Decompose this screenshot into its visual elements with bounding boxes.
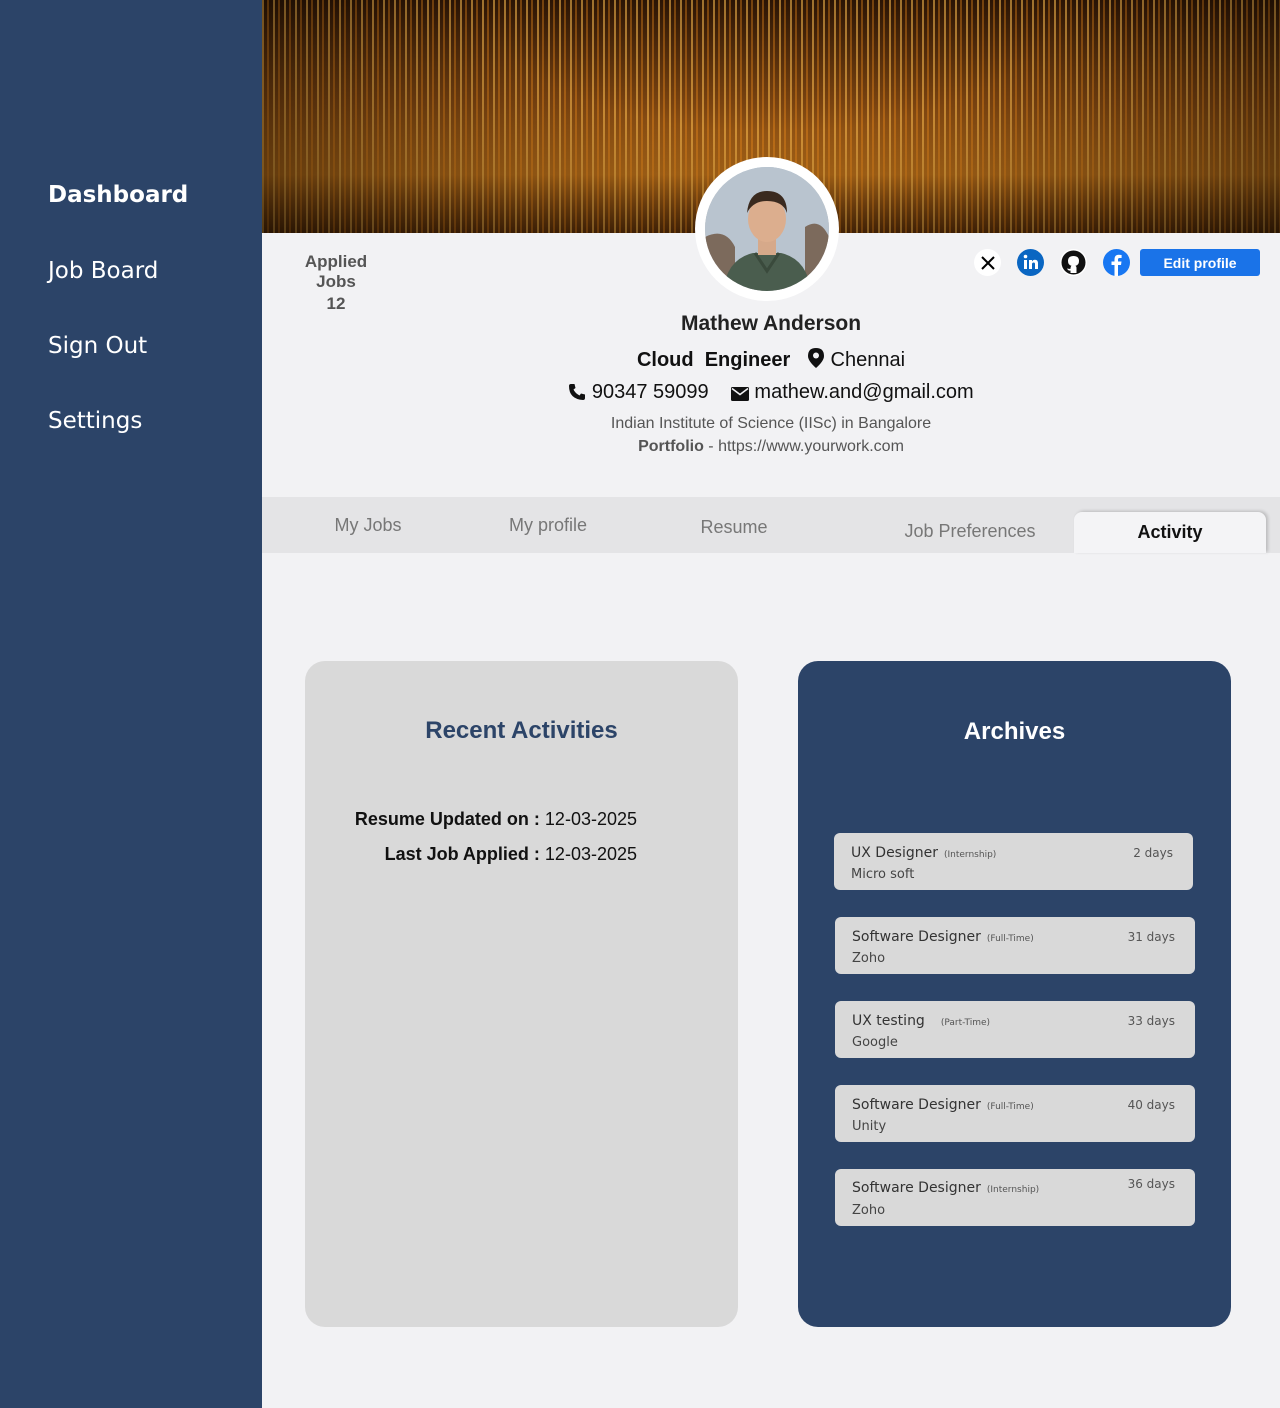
archives-card: Archives UX Designer (Internship) Micro s… bbox=[798, 661, 1231, 1327]
github-icon[interactable] bbox=[1060, 249, 1087, 276]
job-title: Software Designer bbox=[852, 1180, 981, 1196]
x-icon[interactable] bbox=[974, 249, 1001, 276]
job-company: Zoho bbox=[852, 1203, 886, 1218]
recent-activities-card: Recent Activities Resume Updated on : 12… bbox=[305, 661, 738, 1327]
job-age: 40 days bbox=[1127, 1098, 1175, 1112]
edit-profile-button[interactable]: Edit profile bbox=[1140, 249, 1260, 276]
job-type: (Internship) bbox=[944, 850, 997, 860]
recent-activities-title: Recent Activities bbox=[425, 717, 618, 744]
activity-row: Last Job Applied : 12-03-2025 bbox=[385, 844, 637, 865]
job-type: (Full-Time) bbox=[986, 1102, 1034, 1112]
avatar bbox=[695, 157, 839, 301]
profile-phone: 90347 59099 bbox=[591, 381, 709, 403]
social-links bbox=[974, 249, 1146, 276]
sidebar-item-job-board[interactable]: Job Board bbox=[48, 258, 158, 284]
avatar-photo bbox=[705, 167, 829, 291]
portfolio-label: Portfolio bbox=[638, 438, 704, 455]
profile-role-first: Cloud bbox=[636, 349, 694, 371]
profile-name: Mathew Anderson bbox=[680, 312, 862, 335]
activity-value: 12-03-2025 bbox=[539, 809, 637, 829]
facebook-icon[interactable] bbox=[1103, 249, 1130, 276]
job-company: Micro soft bbox=[851, 867, 915, 882]
archive-job-item[interactable]: Software Designer (Full-Time) Zoho 31 day… bbox=[835, 917, 1195, 974]
main-content: Applied Jobs 12 Edit profile Mathew Ande… bbox=[262, 0, 1280, 1408]
activity-row: Resume Updated on : 12-03-2025 bbox=[355, 809, 637, 830]
tab-my-jobs[interactable]: My Jobs bbox=[293, 497, 443, 553]
person-photo-icon bbox=[705, 167, 829, 291]
sidebar-item-settings[interactable]: Settings bbox=[48, 408, 142, 434]
job-company: Google bbox=[852, 1035, 898, 1050]
archive-job-item[interactable]: UX Designer (Internship) Micro soft 2 day… bbox=[834, 833, 1193, 890]
phone-icon bbox=[569, 384, 586, 400]
job-title: Software Designer bbox=[852, 1097, 981, 1113]
archive-job-item[interactable]: UX testing (Part-Time) Google 33 days bbox=[835, 1001, 1195, 1058]
job-age: 2 days bbox=[1133, 846, 1173, 860]
activity-label: Resume Updated on : bbox=[354, 809, 540, 829]
job-age: 31 days bbox=[1127, 930, 1175, 944]
archives-title: Archives bbox=[963, 718, 1066, 745]
job-title: Software Designer bbox=[852, 929, 981, 945]
profile-role-second: Engineer bbox=[704, 349, 791, 371]
job-age: 36 days bbox=[1127, 1177, 1175, 1191]
email-icon bbox=[730, 387, 749, 401]
job-age: 33 days bbox=[1127, 1014, 1175, 1028]
profile-email[interactable]: mathew.and@gmail.com bbox=[754, 381, 973, 403]
archive-job-item[interactable]: Software Designer (Full-Time) Unity 40 da… bbox=[835, 1085, 1195, 1142]
tab-job-preferences[interactable]: Job Preferences bbox=[880, 503, 1060, 559]
profile-role-location: Cloud Engineer Chennai bbox=[262, 347, 1280, 372]
linkedin-icon[interactable] bbox=[1017, 249, 1044, 276]
portfolio-link[interactable]: https://www.yourwork.com bbox=[718, 438, 904, 455]
job-title: UX Designer bbox=[851, 845, 938, 861]
job-company: Unity bbox=[852, 1119, 887, 1134]
profile-contact: 90347 59099 mathew.and@gmail.com bbox=[262, 381, 1280, 404]
profile-education: Indian Institute of Science (IISc) in Ba… bbox=[610, 415, 932, 432]
tab-activity[interactable]: Activity bbox=[1074, 512, 1266, 553]
activity-label: Last Job Applied : bbox=[384, 844, 540, 864]
tab-my-profile[interactable]: My profile bbox=[463, 497, 633, 553]
job-company: Zoho bbox=[852, 951, 886, 966]
tab-resume[interactable]: Resume bbox=[649, 499, 819, 555]
job-type: (Full-Time) bbox=[986, 934, 1034, 944]
profile-tabs: My Jobs My profile Resume Job Preference… bbox=[262, 497, 1280, 553]
applied-jobs-stat: Applied Jobs 12 bbox=[286, 252, 386, 314]
applied-jobs-label: Applied Jobs bbox=[304, 252, 368, 291]
job-type: (Internship) bbox=[986, 1185, 1040, 1195]
applied-jobs-count: 12 bbox=[326, 294, 346, 313]
sidebar-item-dashboard[interactable]: Dashboard bbox=[48, 182, 188, 208]
activity-value: 12-03-2025 bbox=[539, 844, 637, 864]
portfolio-separator: - bbox=[703, 438, 719, 455]
sidebar-item-sign-out[interactable]: Sign Out bbox=[48, 333, 147, 359]
job-type: (Part-Time) bbox=[940, 1018, 991, 1028]
archive-job-item[interactable]: Software Designer (Internship) Zoho 36 da… bbox=[835, 1169, 1195, 1226]
profile-portfolio: Portfolio - https://www.yourwork.com bbox=[262, 438, 1280, 456]
location-pin-icon bbox=[807, 348, 824, 368]
profile-location: Chennai bbox=[830, 349, 906, 371]
sidebar: Dashboard Job Board Sign Out Settings bbox=[0, 0, 262, 1408]
job-title: UX testing bbox=[852, 1013, 925, 1029]
